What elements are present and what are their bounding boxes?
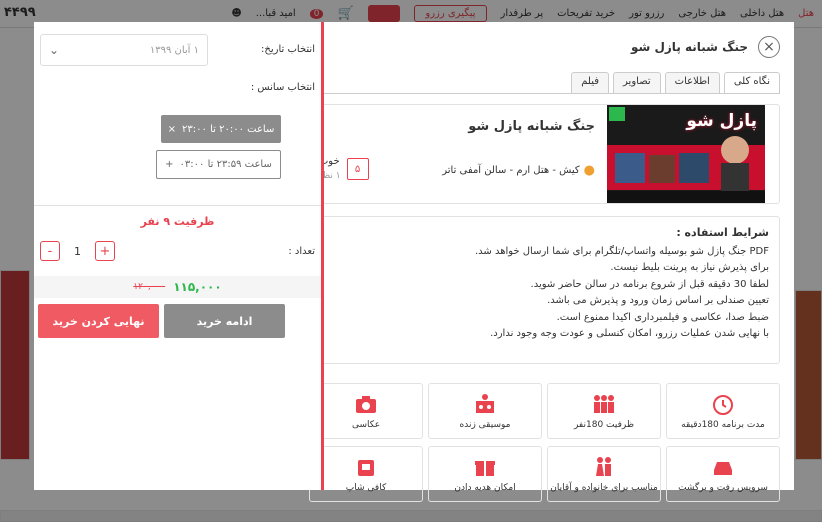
feature-duration: مدت برنامه 180دقیقه — [666, 383, 780, 439]
quantity-stepper: - 1 + — [40, 241, 115, 261]
feature-gift: امکان هدیه دادن — [428, 446, 542, 502]
decrement-button[interactable]: - — [40, 241, 60, 261]
continue-shopping-button[interactable]: ادامه خرید — [164, 304, 285, 338]
feature-photo: عکاسی — [309, 383, 423, 439]
feature-music: موسیقی زنده — [428, 383, 542, 439]
tab-info[interactable]: اطلاعات — [664, 72, 720, 93]
clock-icon — [713, 394, 733, 415]
terms-heading: شرایط استفاده : — [676, 226, 769, 239]
feature-cafe: کافی شاپ — [309, 446, 423, 502]
family-icon — [596, 456, 611, 476]
date-value: ۱ آبان ۱۳۹۹ — [149, 44, 199, 56]
increment-button[interactable]: + — [95, 241, 115, 261]
plus-icon: + — [165, 159, 174, 170]
event-modal: × جنگ شبانه پازل شو نگاه کلی اطلاعات تصا… — [34, 22, 794, 502]
event-title: جنگ شبانه پازل شو — [468, 119, 595, 134]
divider-line — [34, 205, 321, 206]
poster-title: پازل شو — [686, 111, 757, 131]
date-select[interactable]: ۱ آبان ۱۳۹۹ ⌄ — [40, 34, 208, 66]
terms-line: ضبط صدا، عکاسی و فیلمبرداری اکیدا ممنوع … — [556, 311, 769, 323]
event-details-panel: × جنگ شبانه پازل شو نگاه کلی اطلاعات تصا… — [289, 22, 794, 502]
location-text: کیش - هتل ارم - سالن آمفی تاتر — [442, 165, 580, 176]
chevron-down-icon: ⌄ — [49, 43, 60, 57]
close-icon[interactable]: × — [758, 36, 780, 58]
modal-title: جنگ شبانه پازل شو — [630, 40, 748, 54]
feature-label: عکاسی — [351, 419, 381, 430]
cafe-icon — [358, 459, 374, 476]
tab-images[interactable]: تصاویر — [613, 72, 661, 93]
feature-transport: سرویس رفت و برگشت — [666, 446, 780, 502]
session-selected-button[interactable]: ساعت ۲۰:۰۰ تا ۲۳:۰۰ × — [161, 115, 281, 143]
tab-divider — [303, 93, 780, 94]
car-icon — [714, 461, 732, 475]
rating: ۵ خوب ۱ نظر — [318, 155, 369, 183]
terms-line: با نهایی شدن عملیات رزرو، امکان کنسلی و … — [490, 328, 769, 339]
close-icon[interactable]: × — [168, 124, 176, 135]
feature-label: سرویس رفت و برگشت — [678, 482, 768, 493]
terms-line: برای پذیرش نیاز به پرینت بلیط نیست. — [610, 262, 769, 273]
camera-icon — [356, 395, 376, 413]
qty-value: 1 — [74, 244, 81, 258]
feature-label: ظرفیت 180نفر — [573, 419, 635, 430]
finalize-purchase-button[interactable]: نهایی کردن خرید — [38, 304, 159, 338]
feature-family: مناسب برای خانواده و آقایان — [547, 446, 661, 502]
booking-panel: انتخاب تاریخ: ۱ آبان ۱۳۹۹ ⌄ انتخاب سانس … — [34, 22, 321, 490]
feature-label: کافی شاپ — [345, 482, 387, 493]
event-card: پازل شو جنگ شبانه پازل شو ● کیش - هتل ار… — [303, 104, 780, 204]
gift-icon — [475, 460, 495, 476]
terms-line: PDF جنگ پازل شو بوسیله واتساپ/تلگرام برا… — [474, 245, 769, 257]
location-pin-icon: ● — [583, 163, 595, 178]
capacity-text: ظرفیت ۹ نفر — [140, 215, 215, 228]
qty-label: تعداد : — [288, 246, 315, 257]
panel-divider — [321, 22, 324, 490]
price-old: ۱۲۰,۰۰۰ — [133, 282, 166, 292]
price-bar: ۱۱۵,۰۰۰ ۱۲۰,۰۰۰ — [34, 276, 321, 298]
date-label: انتخاب تاریخ: — [261, 44, 315, 55]
session-option-button[interactable]: ساعت ۲۳:۵۹ تا ۰۳:۰۰ + — [156, 150, 281, 179]
terms-line: تعیین صندلی بر اساس زمان ورود و پذیرش می… — [547, 295, 769, 306]
feature-label: مدت برنامه 180دقیقه — [681, 419, 765, 430]
feature-label: امکان هدیه دادن — [454, 482, 516, 493]
tab-bar: نگاه کلی اطلاعات تصاویر فیلم — [571, 72, 780, 93]
people-icon — [594, 394, 614, 413]
feature-label: مناسب برای خانواده و آقایان — [550, 482, 658, 493]
rating-score: ۵ — [346, 158, 369, 180]
event-location: ● کیش - هتل ارم - سالن آمفی تاتر — [442, 163, 595, 178]
tab-overview[interactable]: نگاه کلی — [723, 72, 780, 93]
session-selected-text: ساعت ۲۰:۰۰ تا ۲۳:۰۰ — [182, 123, 275, 135]
price-new: ۱۱۵,۰۰۰ — [173, 280, 222, 294]
terms-line: لطفا 30 دقیقه قبل از شروع برنامه در سالن… — [530, 278, 769, 290]
feature-capacity: ظرفیت 180نفر — [547, 383, 661, 439]
session-label: انتخاب سانس : — [250, 82, 315, 93]
tab-video[interactable]: فیلم — [571, 72, 610, 93]
terms-box: شرایط استفاده : PDF جنگ پازل شو بوسیله و… — [303, 216, 780, 364]
feature-label: موسیقی زنده — [459, 419, 511, 430]
feature-grid: مدت برنامه 180دقیقه ظرفیت 180نفر موسیقی … — [303, 383, 780, 502]
session-option-text: ساعت ۲۳:۵۹ تا ۰۳:۰۰ — [179, 159, 272, 170]
event-poster[interactable]: پازل شو — [607, 105, 765, 203]
music-icon — [476, 393, 494, 413]
